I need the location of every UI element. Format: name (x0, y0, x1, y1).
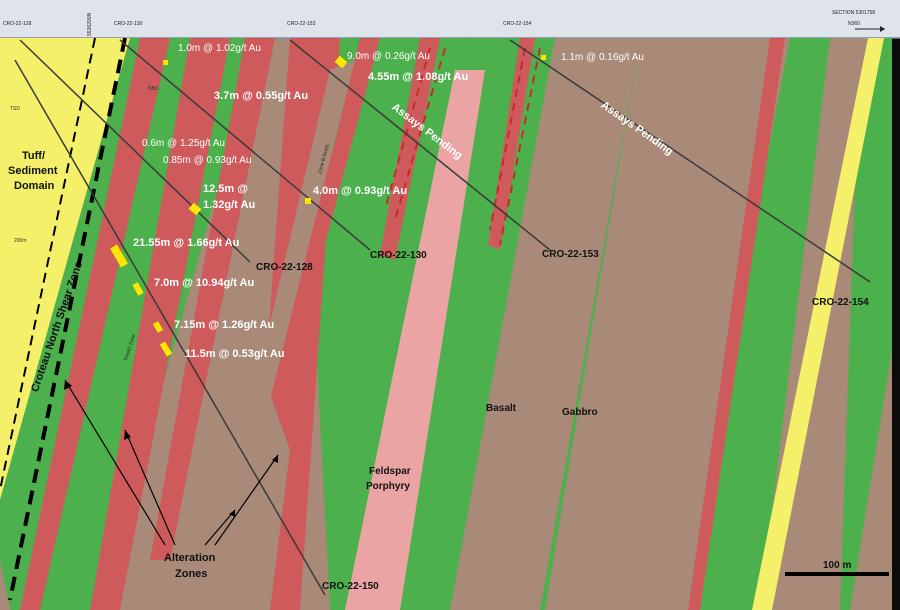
intercept-label-8a: 12.5m @ (203, 183, 248, 195)
collar-label-153: CRO-22-153 (287, 21, 316, 27)
lithology-basalt: Basalt (486, 403, 517, 414)
header-band (0, 0, 900, 38)
nbd-label: NBD (148, 86, 159, 92)
intercept-label-9: 4.0m @ 0.93g/t Au (313, 185, 408, 197)
scale-bar (785, 572, 889, 576)
lithology-feldspar-1: Feldspar (369, 466, 411, 477)
hole-label-153: CRO-22-153 (542, 249, 599, 260)
intercept-mark-4 (305, 198, 311, 204)
elevation-tick-label: 200m (14, 238, 27, 244)
intercept-label-8b: 1.32g/t Au (203, 199, 256, 211)
lithology-gabbro: Gabbro (562, 407, 598, 418)
lithology-feldspar-2: Porphyry (366, 481, 410, 492)
intercept-label-4: 1.1m @ 0.16g/t Au (561, 52, 644, 63)
collar-label-128: CRO-22-128 (3, 21, 32, 27)
section-orientation: N360 (848, 21, 860, 27)
intercept-label-7: 0.85m @ 0.93g/t Au (163, 155, 252, 166)
tsd-label: TSD (10, 106, 20, 112)
grid-easting-label: 5536200N (87, 12, 93, 36)
hole-label-130: CRO-22-130 (370, 250, 427, 261)
cross-section-diagram (0, 0, 900, 610)
section-title: SECTION 5301758 (832, 10, 876, 16)
intercept-label-10: 21.55m @ 1.66g/t Au (133, 237, 240, 249)
tuff-domain-label-3: Domain (14, 180, 55, 192)
intercept-label-2: 9.0m @ 0.26g/t Au (347, 51, 430, 62)
alteration-label-2: Zones (175, 568, 208, 580)
intercept-label-11: 7.0m @ 10.94g/t Au (154, 277, 255, 289)
hole-label-128: CRO-22-128 (256, 262, 313, 273)
tuff-domain-label-1: Tuff/ (22, 150, 46, 162)
collar-label-130: CRO-22-130 (114, 21, 143, 27)
intercept-label-12: 7.15m @ 1.26g/t Au (174, 319, 275, 331)
intercept-label-3: 4.55m @ 1.08g/t Au (368, 71, 469, 83)
tuff-domain-label-2: Sediment (8, 165, 58, 177)
intercept-label-13: 11.5m @ 0.53g/t Au (185, 348, 285, 360)
hole-label-154: CRO-22-154 (812, 297, 869, 308)
scale-label: 100 m (823, 560, 852, 571)
intercept-label-1: 1.0m @ 1.02g/t Au (178, 43, 261, 54)
intercept-label-6: 0.6m @ 1.25g/t Au (142, 138, 225, 149)
intercept-label-5: 3.7m @ 0.55g/t Au (214, 90, 309, 102)
alteration-label-1: Alteration (164, 552, 216, 564)
intercept-mark-1 (163, 60, 168, 65)
hole-label-150: CRO-22-150 (322, 581, 379, 592)
intercept-mark-9 (541, 55, 546, 60)
collar-label-154: CRO-22-154 (503, 21, 532, 27)
